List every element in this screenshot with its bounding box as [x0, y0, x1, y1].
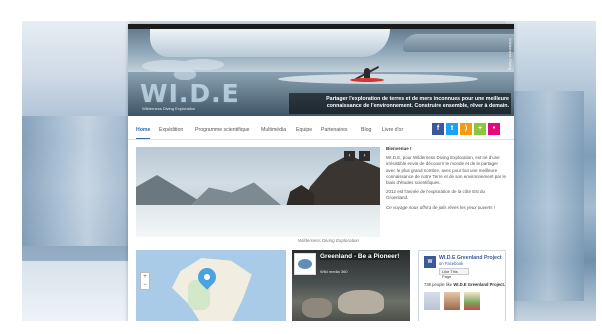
nav-item-multimedia[interactable]: Multimédia: [261, 127, 286, 133]
kayaker-image: [364, 68, 370, 78]
header-banner: WI.D.E Wilderness Diving Exploration Wil…: [128, 24, 514, 116]
facebook-page-subtitle: on Facebook: [439, 261, 464, 266]
video-title[interactable]: Greenland - Be a Pioneer!: [320, 253, 400, 261]
facebook-icon[interactable]: f: [432, 123, 444, 135]
slider-next-button[interactable]: ›: [359, 151, 370, 161]
sled-dog-image: [338, 290, 384, 314]
channel-avatar: [294, 253, 316, 275]
slider-prev-button[interactable]: ‹: [344, 151, 355, 161]
nav-item-equipe[interactable]: Equipe: [296, 127, 312, 133]
avatar[interactable]: [444, 292, 460, 310]
avatar[interactable]: [424, 292, 440, 310]
intro-text: Bienvenue ! WI.D.E, pour Wilderness Divi…: [386, 146, 508, 214]
share-icon[interactable]: +: [474, 123, 486, 135]
nav-item-expedition[interactable]: Expédition: [159, 127, 183, 133]
globe-logo-icon: [142, 52, 228, 80]
tagline-line-2: connaissance de l'environnement. Constru…: [326, 103, 509, 109]
intro-paragraph-1: WI.D.E, pour Wilderness Diving Explorati…: [386, 155, 506, 186]
page-container: WI.D.E Wilderness Diving Exploration Wil…: [128, 24, 514, 321]
twitter-icon[interactable]: t: [446, 123, 458, 135]
nav-item-home[interactable]: Home: [136, 127, 151, 139]
nav-item-blog[interactable]: Blog: [361, 127, 371, 133]
browser-viewport: WI.D.E Wilderness Diving Exploration Wil…: [22, 21, 596, 321]
slider-caption: Wilderness Diving Exploration: [298, 238, 359, 243]
nav-item-partenaires[interactable]: Partenaires: [321, 127, 348, 133]
sled-dog-image: [302, 298, 332, 318]
video-channel[interactable]: Wild media 360: [320, 269, 348, 274]
intro-heading: Bienvenue !: [386, 146, 412, 151]
glacier-background-left: [22, 21, 130, 321]
sea-ice-image: [136, 205, 380, 237]
like-count-text: 736 people like: [424, 282, 453, 287]
tagline-box: Partager l'exploration de terres et de m…: [289, 93, 511, 114]
video-widget[interactable]: Greenland - Be a Pioneer! Wild media 360: [292, 250, 410, 321]
kayak-image: [350, 78, 384, 82]
intro-paragraph-3: Ce voyage nous offrira de jolis rêves le…: [386, 204, 496, 210]
avatar[interactable]: [464, 292, 480, 310]
tagline-line-1: Partager l'exploration de terres et de m…: [326, 96, 509, 102]
tagline: Partager l'exploration de terres et de m…: [289, 96, 509, 110]
site-logo[interactable]: WI.D.E: [140, 79, 240, 108]
nav-item-programme-scientifique[interactable]: Programme scientifique: [195, 127, 250, 133]
facebook-like-box: WI.D.E Greenland Project on Facebook Lik…: [418, 250, 506, 321]
mountain-shape: [136, 175, 206, 205]
banner-photo-credit: Wilderness Diving: [508, 38, 513, 71]
facebook-like-count: 736 people like WI.D.E Greenland Project…: [424, 282, 505, 287]
like-count-page-name: WI.D.E Greenland Project.: [453, 282, 506, 287]
mountain-shape: [191, 182, 281, 205]
greenland-landmass: [172, 258, 252, 321]
rss-icon[interactable]: ): [460, 123, 472, 135]
site-logo-subtitle: Wilderness Diving Exploration: [142, 106, 196, 111]
facebook-like-button[interactable]: Like This Page: [439, 268, 469, 279]
page-avatar[interactable]: [424, 256, 436, 268]
image-slider[interactable]: ‹ ›: [136, 147, 380, 237]
video-title-text[interactable]: Greenland - Be a Pioneer!: [320, 253, 400, 260]
map-widget[interactable]: + −: [136, 250, 286, 321]
flickr-icon[interactable]: •: [488, 123, 500, 135]
glacier-background-right: [506, 21, 596, 321]
intro-paragraph-2: 2012 est l'année de l'exploration de la …: [386, 189, 486, 201]
nav-item-livre-dor[interactable]: Livre d'or: [382, 127, 403, 133]
map-zoom-control[interactable]: + −: [140, 272, 150, 290]
iceberg-image-right: [403, 34, 514, 52]
